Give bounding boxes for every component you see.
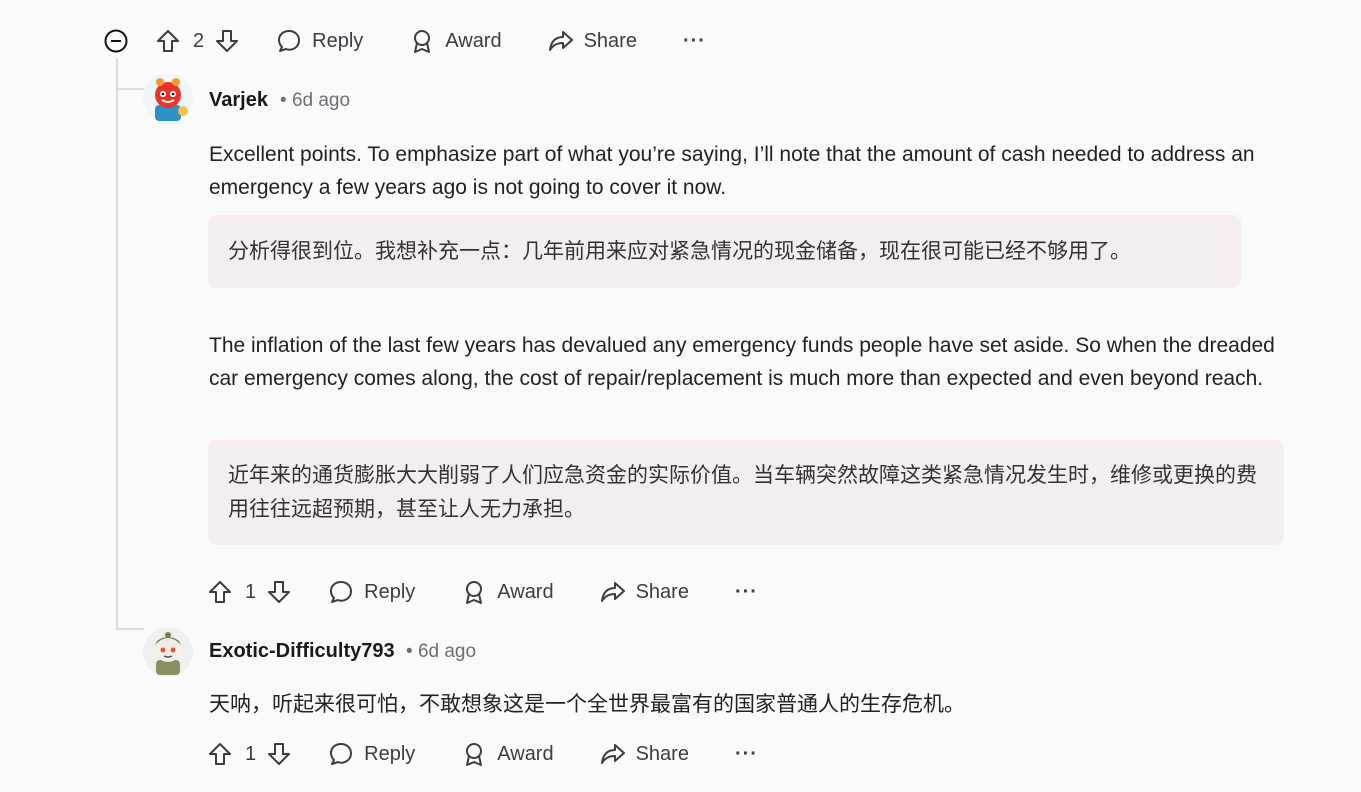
comment-timestamp: • 6d ago bbox=[280, 90, 350, 112]
downvote-icon bbox=[268, 743, 291, 765]
meta-separator: • bbox=[406, 641, 413, 662]
upvote-button[interactable] bbox=[207, 741, 233, 767]
comment-paragraph: Excellent points. To emphasize part of w… bbox=[209, 143, 1255, 199]
vote-count: 2 bbox=[193, 29, 205, 52]
comment-action-bar: 1 Reply Award Share ··· bbox=[207, 574, 758, 610]
translation-box: 近年来的通货膨胀大大削弱了人们应急资金的实际价值。当车辆突然故障这类紧急情况发生… bbox=[208, 440, 1284, 545]
upvote-icon bbox=[209, 743, 231, 765]
upvote-button[interactable] bbox=[155, 28, 181, 54]
comment-author[interactable]: Exotic-Difficulty793 bbox=[209, 640, 395, 663]
award-button[interactable]: Award bbox=[461, 579, 554, 605]
comment-paragraph: The inflation of the last few years has … bbox=[209, 334, 1275, 390]
upvote-icon bbox=[157, 30, 179, 52]
comment-time: 6d ago bbox=[417, 641, 477, 662]
award-icon bbox=[466, 743, 483, 766]
reply-icon bbox=[330, 743, 353, 765]
more-icon: ··· bbox=[734, 742, 758, 765]
downvote-button[interactable] bbox=[266, 579, 292, 605]
share-label: Share bbox=[583, 29, 637, 52]
share-label: Share bbox=[635, 580, 689, 603]
reply-label: Reply bbox=[312, 29, 364, 52]
reply-label: Reply bbox=[364, 742, 416, 765]
award-button[interactable]: Award bbox=[409, 28, 502, 54]
vote-count: 1 bbox=[245, 742, 257, 765]
comment-time: 6d ago bbox=[291, 90, 351, 111]
award-label: Award bbox=[445, 29, 502, 52]
avatar[interactable] bbox=[143, 627, 193, 677]
avatar[interactable] bbox=[143, 73, 193, 123]
reply-icon bbox=[330, 581, 353, 603]
comment-action-bar: 1 Reply Award Share ··· bbox=[207, 736, 758, 772]
downvote-icon bbox=[216, 30, 239, 52]
reply-button[interactable]: Reply bbox=[328, 741, 415, 767]
downvote-button[interactable] bbox=[266, 741, 292, 767]
share-button[interactable]: Share bbox=[548, 28, 637, 54]
comment-body: 天呐，听起来很可怕，不敢想象这是一个全世界最富有的国家普通人的生存危机。 bbox=[209, 692, 965, 716]
more-options-button[interactable]: ··· bbox=[735, 581, 758, 604]
award-label: Award bbox=[497, 742, 554, 765]
snoo-avatar-icon bbox=[143, 73, 193, 123]
collapse-icon bbox=[104, 29, 128, 53]
award-icon bbox=[466, 581, 483, 604]
comment-author[interactable]: Varjek bbox=[209, 89, 268, 112]
meta-separator: • bbox=[280, 90, 287, 111]
translation-box: 分析得很到位。我想补充一点：几年前用来应对紧急情况的现金储备，现在很可能已经不够… bbox=[208, 215, 1241, 288]
more-icon: ··· bbox=[682, 29, 706, 52]
downvote-icon bbox=[268, 581, 291, 603]
more-icon: ··· bbox=[734, 580, 758, 603]
award-icon bbox=[414, 30, 431, 53]
collapse-thread-button[interactable] bbox=[103, 28, 129, 54]
snoo-avatar-icon bbox=[143, 627, 193, 677]
translation-text: 分析得很到位。我想补充一点：几年前用来应对紧急情况的现金储备，现在很可能已经不够… bbox=[228, 239, 1131, 263]
translation-text: 近年来的通货膨胀大大削弱了人们应急资金的实际价值。当车辆突然故障这类紧急情况发生… bbox=[228, 463, 1257, 521]
vote-count: 1 bbox=[245, 580, 257, 603]
award-label: Award bbox=[497, 580, 554, 603]
comment-timestamp: • 6d ago bbox=[406, 641, 476, 663]
share-button[interactable]: Share bbox=[600, 741, 689, 767]
reply-label: Reply bbox=[364, 580, 416, 603]
more-options-button[interactable]: ··· bbox=[735, 743, 758, 766]
reply-button[interactable]: Reply bbox=[328, 579, 415, 605]
upvote-button[interactable] bbox=[207, 579, 233, 605]
thread-line bbox=[116, 58, 118, 630]
thread-connector bbox=[116, 628, 144, 630]
reply-icon bbox=[278, 30, 301, 52]
reply-button[interactable]: Reply bbox=[276, 28, 363, 54]
upvote-icon bbox=[209, 581, 231, 603]
more-options-button[interactable]: ··· bbox=[683, 30, 706, 53]
share-button[interactable]: Share bbox=[600, 579, 689, 605]
award-button[interactable]: Award bbox=[461, 741, 554, 767]
comment-action-bar: 2 Reply Award Share ··· bbox=[155, 23, 706, 59]
share-label: Share bbox=[635, 742, 689, 765]
share-icon bbox=[600, 582, 625, 602]
downvote-button[interactable] bbox=[214, 28, 240, 54]
thread-connector bbox=[116, 88, 144, 90]
share-icon bbox=[548, 31, 573, 51]
share-icon bbox=[600, 744, 625, 764]
